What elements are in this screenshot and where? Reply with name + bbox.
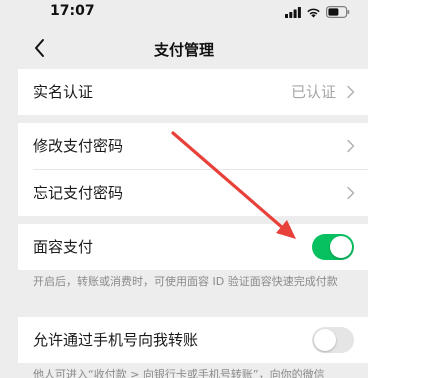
face-pay-toggle[interactable] [312, 234, 354, 260]
modify-password-label: 修改支付密码 [33, 137, 124, 155]
face-pay-card: 面容支付 [18, 224, 368, 270]
status-time: 17:07 [50, 3, 95, 19]
password-card: 修改支付密码 忘记支付密码 [18, 123, 368, 216]
forgot-password-row[interactable]: 忘记支付密码 [18, 170, 368, 216]
phone-screen: 17:07 支付管理 实名认证 已认证 修改支付密码 忘记支付密码 面容支付 开… [0, 0, 368, 378]
page-title: 支付管理 [153, 41, 214, 59]
toggle-knob [314, 329, 336, 351]
identity-label: 实名认证 [33, 83, 94, 101]
face-pay-label: 面容支付 [33, 238, 94, 256]
battery-icon [326, 6, 350, 18]
chevron-right-icon [347, 186, 355, 200]
identity-card: 实名认证 已认证 [18, 69, 368, 115]
modify-password-row[interactable]: 修改支付密码 [18, 123, 368, 169]
phone-transfer-note: 他人可进入“收付款 > 向银行卡或手机号转账”，向你的微信 [33, 368, 325, 378]
identity-status: 已认证 [290, 83, 336, 101]
phone-transfer-toggle[interactable] [312, 327, 354, 353]
face-pay-note: 开启后，转账或消费时，可使用面容 ID 验证面容快速完成付款 [33, 275, 338, 288]
status-icons [285, 6, 350, 18]
chevron-right-icon [347, 139, 355, 153]
identity-row[interactable]: 实名认证 已认证 [18, 69, 368, 115]
chevron-right-icon [347, 85, 355, 99]
wifi-icon [307, 8, 320, 17]
phone-transfer-row: 允许通过手机号向我转账 [18, 317, 368, 363]
toggle-knob [330, 236, 352, 258]
signal-icon [285, 6, 301, 18]
face-pay-row: 面容支付 [18, 224, 368, 270]
phone-transfer-label: 允许通过手机号向我转账 [33, 331, 199, 349]
forgot-password-label: 忘记支付密码 [33, 184, 124, 202]
page-margin [368, 0, 426, 378]
phone-transfer-card: 允许通过手机号向我转账 [18, 317, 368, 363]
